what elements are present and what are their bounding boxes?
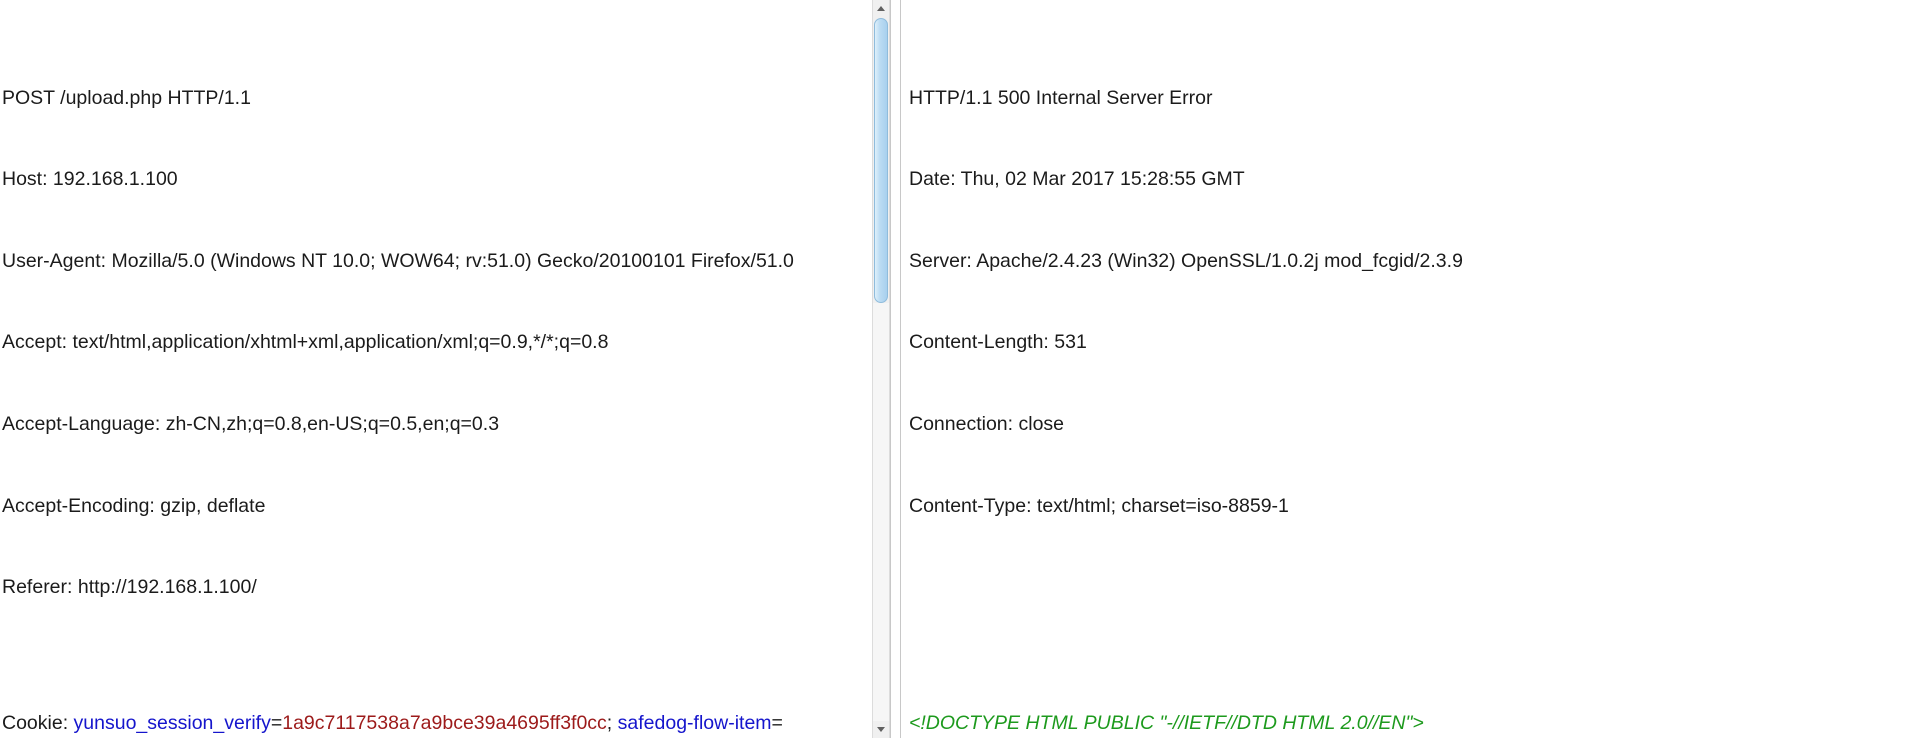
request-line-text: POST /upload.php HTTP/1.1 xyxy=(2,86,251,109)
response-text[interactable]: HTTP/1.1 500 Internal Server Error Date:… xyxy=(901,0,1906,738)
request-pane[interactable]: POST /upload.php HTTP/1.1 Host: 192.168.… xyxy=(0,0,872,738)
response-header-date: Date: Thu, 02 Mar 2017 15:28:55 GMT xyxy=(909,168,1245,191)
html-doctype: <!DOCTYPE HTML PUBLIC "-//IETF//DTD HTML… xyxy=(909,712,1424,735)
response-body: <!DOCTYPE HTML PUBLIC "-//IETF//DTD HTML… xyxy=(909,710,1906,738)
response-header-line: Date: Thu, 02 Mar 2017 15:28:55 GMT xyxy=(909,166,1906,193)
response-header-content-length: Content-Length: 531 xyxy=(909,331,1087,354)
response-header-content-type: Content-Type: text/html; charset=iso-885… xyxy=(909,494,1289,517)
response-header-connection: Connection: close xyxy=(909,413,1065,436)
scroll-up-arrow-icon[interactable] xyxy=(873,0,889,17)
scroll-down-arrow-icon[interactable] xyxy=(873,721,889,738)
response-status-line: HTTP/1.1 500 Internal Server Error xyxy=(909,86,1213,109)
request-scrollbar[interactable] xyxy=(872,0,890,738)
request-line: Accept-Encoding: gzip, deflate xyxy=(2,493,872,520)
triangle-down-icon xyxy=(877,727,885,732)
cookie-separator: ; xyxy=(606,712,618,735)
response-pane[interactable]: HTTP/1.1 500 Internal Server Error Date:… xyxy=(901,0,1906,738)
response-header-server: Server: Apache/2.4.23 (Win32) OpenSSL/1.… xyxy=(909,249,1463,272)
response-header-line: Server: Apache/2.4.23 (Win32) OpenSSL/1.… xyxy=(909,248,1906,275)
request-line-text: Referer: http://192.168.1.100/ xyxy=(2,576,257,599)
request-line-text: User-Agent: Mozilla/5.0 (Windows NT 10.0… xyxy=(2,249,794,272)
request-line-text: Accept: text/html,application/xhtml+xml,… xyxy=(2,331,609,354)
request-line-text: Accept-Encoding: gzip, deflate xyxy=(2,494,266,517)
request-line: Host: 192.168.1.100 xyxy=(2,166,872,193)
request-line: Accept-Language: zh-CN,zh;q=0.8,en-US;q=… xyxy=(2,411,872,438)
response-header-line: HTTP/1.1 500 Internal Server Error xyxy=(909,85,1906,112)
pane-divider[interactable] xyxy=(890,0,901,738)
cookie-name-yunsuo: yunsuo_session_verify xyxy=(73,712,271,735)
cookie-equals: = xyxy=(270,712,283,735)
request-line: Referer: http://192.168.1.100/ xyxy=(2,574,872,601)
triangle-up-icon xyxy=(877,6,885,11)
request-line-text: Accept-Language: zh-CN,zh;q=0.8,en-US;q=… xyxy=(2,413,500,436)
cookie-equals-2: = xyxy=(771,712,783,735)
scrollbar-thumb[interactable] xyxy=(874,18,888,303)
response-header-line: Connection: close xyxy=(909,411,1906,438)
request-text[interactable]: POST /upload.php HTTP/1.1 Host: 192.168.… xyxy=(0,0,872,738)
request-line: User-Agent: Mozilla/5.0 (Windows NT 10.0… xyxy=(2,248,872,275)
response-blank-line xyxy=(909,601,1906,628)
cookie-name-safedog: safedog-flow-item xyxy=(617,712,772,735)
request-line: POST /upload.php HTTP/1.1 xyxy=(2,85,872,112)
cookie-prefix: Cookie: xyxy=(2,712,74,735)
response-header-line: Content-Type: text/html; charset=iso-885… xyxy=(909,493,1906,520)
request-line: Accept: text/html,application/xhtml+xml,… xyxy=(2,329,872,356)
http-traffic-viewer: POST /upload.php HTTP/1.1 Host: 192.168.… xyxy=(0,0,1906,738)
request-cookie-line: Cookie: yunsuo_session_verify=1a9c711753… xyxy=(2,710,872,737)
cookie-value-yunsuo: 1a9c7117538a7a9bce39a4695ff3f0cc xyxy=(282,712,607,735)
response-body-line: <!DOCTYPE HTML PUBLIC "-//IETF//DTD HTML… xyxy=(909,710,1906,737)
request-line-text: Host: 192.168.1.100 xyxy=(2,168,178,191)
response-header-line: Content-Length: 531 xyxy=(909,329,1906,356)
scrollbar-track[interactable] xyxy=(873,303,889,721)
